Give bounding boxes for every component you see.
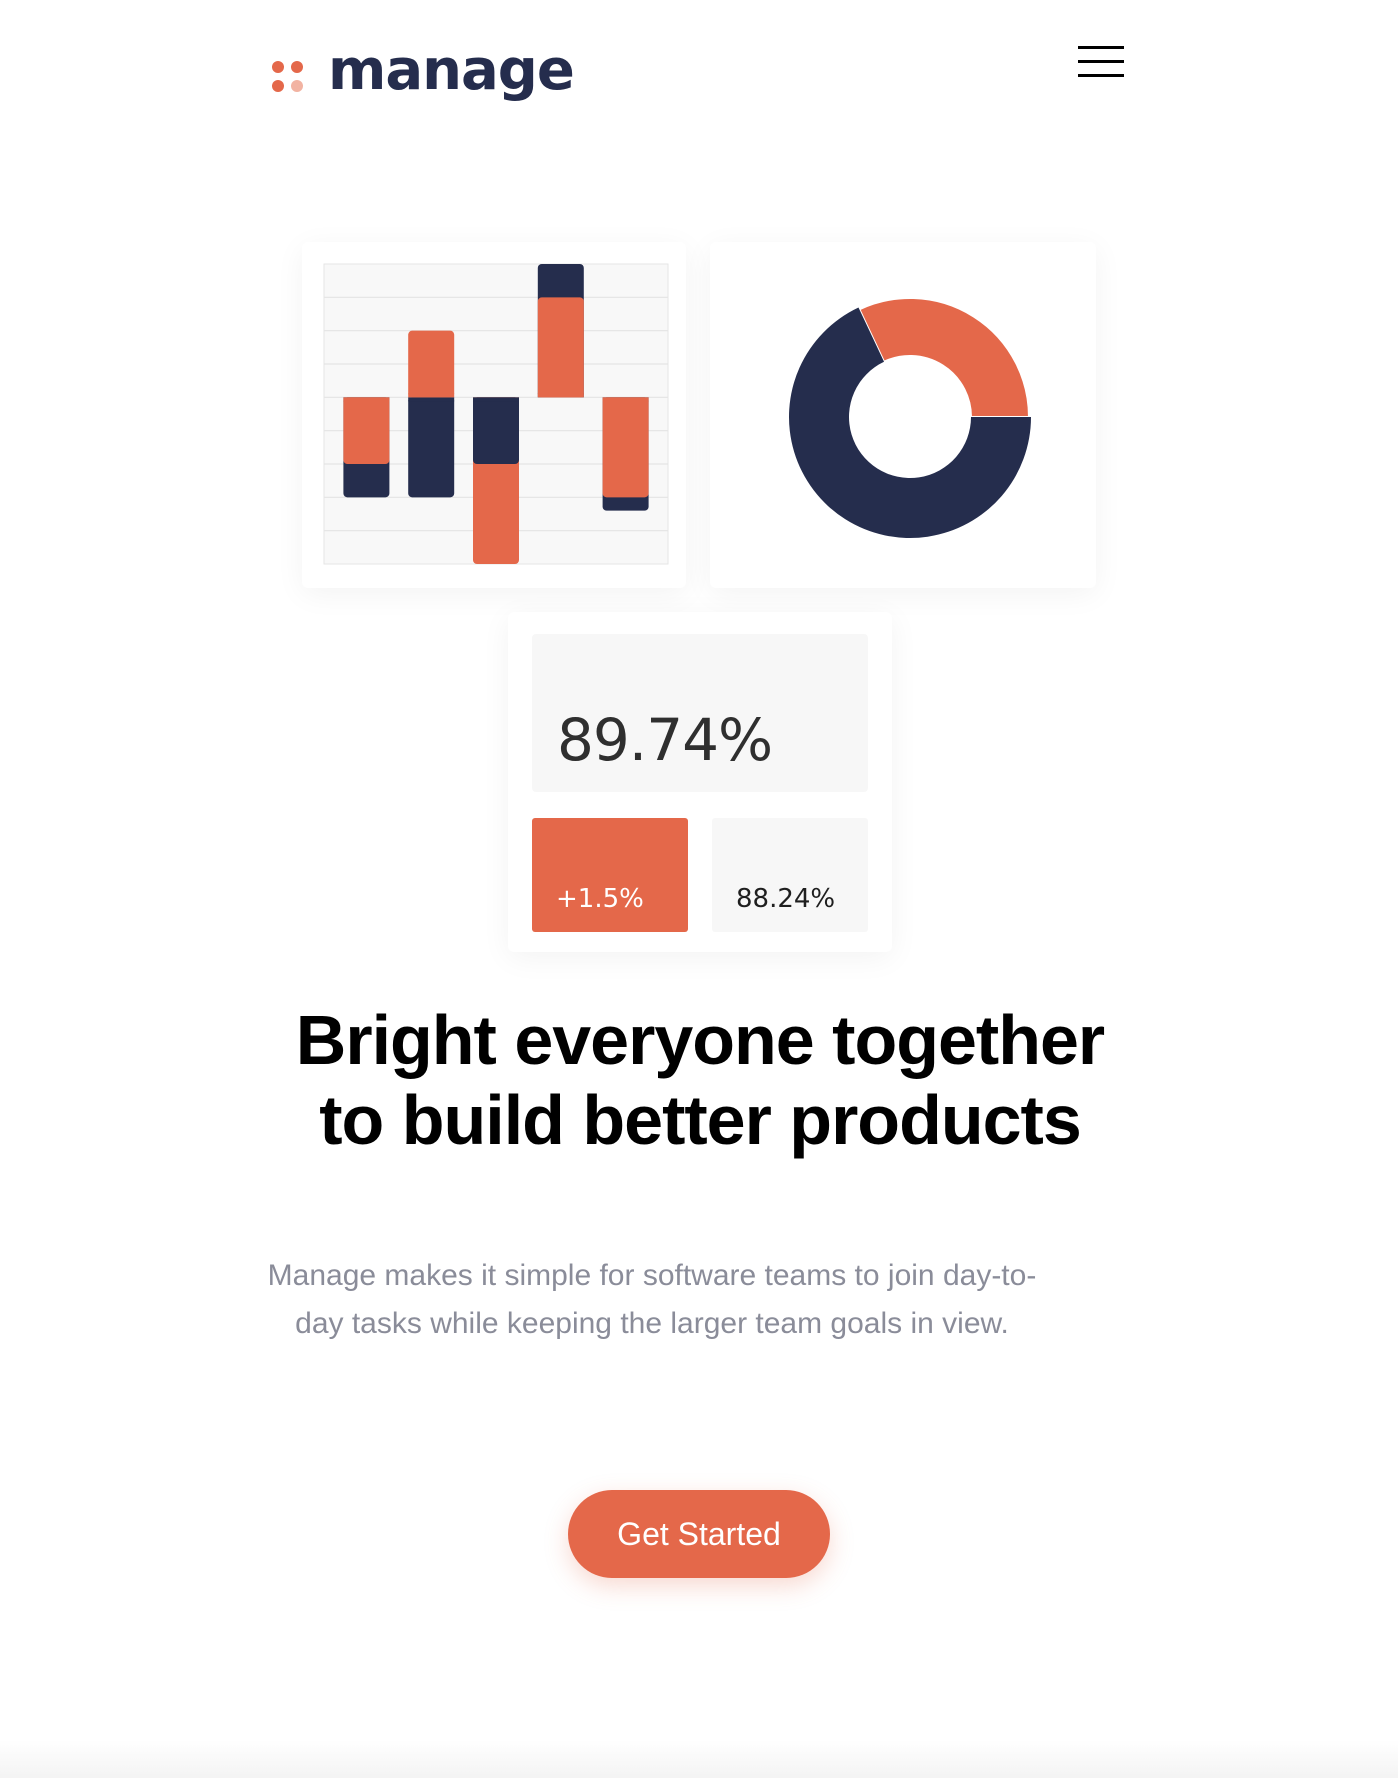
stat-change-value: +1.5% [556,884,644,914]
bar [343,397,390,464]
bar [408,397,455,498]
stats-card: 89.74% +1.5% 88.24% [508,612,892,952]
bar [537,297,584,398]
logo-text: manage [328,38,575,103]
logo[interactable]: manage [272,38,575,110]
donut-chart [789,297,1031,538]
bar-base [602,397,649,402]
stat-secondary-panel: 88.24% [712,818,868,932]
logo-dot [291,80,303,92]
logo-dot [272,61,284,73]
section-divider-shadow [0,1740,1398,1778]
stat-change-panel: +1.5% [532,818,688,932]
menu-bar [1078,74,1124,77]
bar-base [343,397,390,402]
four-dot-grid-icon [272,58,306,92]
bar-base [408,397,455,402]
bar-chart-card [302,242,686,588]
bar-chart [323,263,669,565]
logo-dot [272,80,284,92]
donut-slice [858,297,1031,418]
landing-page: manage 89.74% +1.5% 88.24% Bright everyo… [0,0,1398,1778]
menu-bar [1078,60,1124,63]
hamburger-menu-icon[interactable] [1076,40,1126,84]
stat-main-panel: 89.74% [532,634,868,792]
headline-line-1: Bright everyone together [295,1001,1105,1079]
bar [408,330,455,398]
bar-base [473,397,519,402]
hero-description: Manage makes it simple for software team… [267,1259,1037,1340]
menu-bar [1078,46,1124,49]
bar [602,397,649,498]
hero-headline: Bright everyone together to build better… [200,1000,1200,1160]
logo-dot [291,61,303,73]
donut-chart-card [710,242,1096,588]
stat-secondary-value: 88.24% [736,884,836,914]
headline-line-2: to build better products [319,1081,1082,1159]
bar [473,397,519,464]
stat-main-value: 89.74% [557,706,773,774]
bar-base [537,393,584,398]
bar-base [408,393,455,398]
get-started-button[interactable]: Get Started [568,1490,830,1578]
